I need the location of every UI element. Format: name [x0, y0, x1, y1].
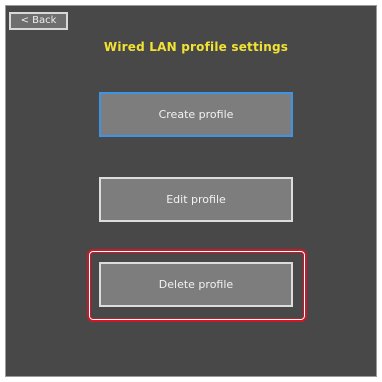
create-profile-button[interactable]: Create profile — [99, 92, 293, 137]
device-frame: < Back Wired LAN profile settings Create… — [0, 0, 382, 382]
back-button[interactable]: < Back — [9, 12, 68, 30]
delete-profile-button[interactable]: Delete profile — [99, 262, 293, 307]
page-title: Wired LAN profile settings — [103, 40, 289, 54]
edit-profile-button[interactable]: Edit profile — [99, 177, 293, 222]
settings-screen: < Back Wired LAN profile settings Create… — [5, 5, 377, 377]
